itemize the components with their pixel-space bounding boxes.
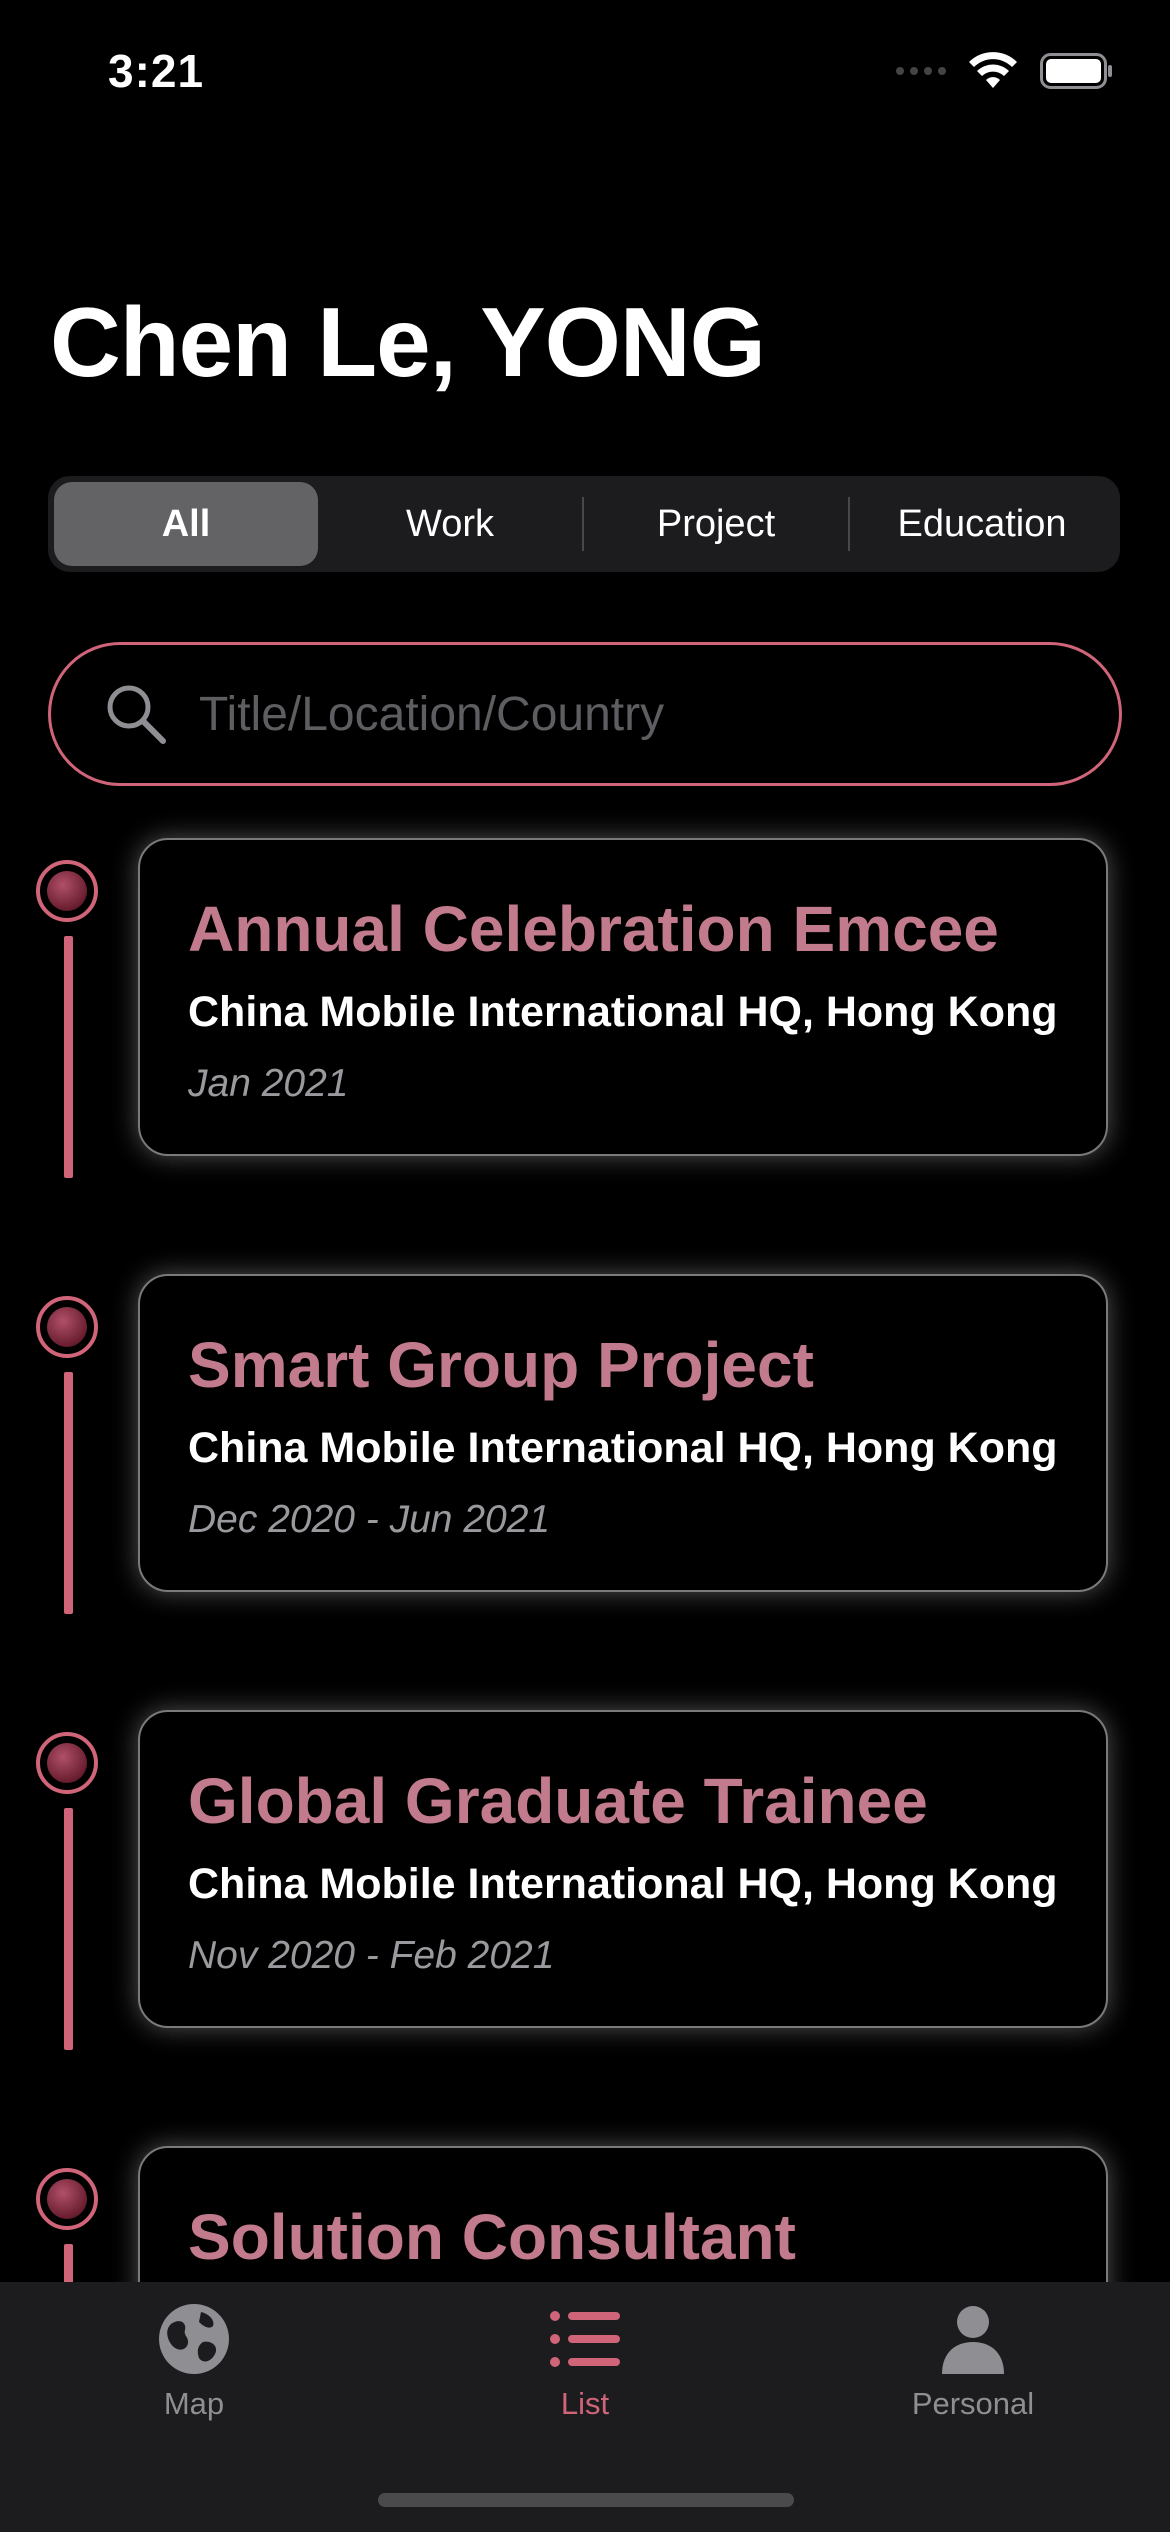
timeline-list[interactable]: Annual Celebration Emcee China Mobile In… (0, 0, 1170, 2282)
timeline-entry: Global Graduate Trainee China Mobile Int… (0, 1710, 1170, 2062)
timeline-dot (36, 1732, 98, 1794)
card-title: Annual Celebration Emcee (188, 893, 999, 965)
card-location: China Mobile International HQ, Hong Kong (188, 1424, 1058, 1472)
card-title: Solution Consultant (188, 2201, 796, 2273)
timeline-entry: Smart Group Project China Mobile Interna… (0, 1274, 1170, 1626)
card-date: Dec 2020 - Jun 2021 (188, 1498, 551, 1541)
timeline-entry: Annual Celebration Emcee China Mobile In… (0, 838, 1170, 1190)
timeline-line (64, 2244, 73, 2282)
card-date: Nov 2020 - Feb 2021 (188, 1934, 555, 1977)
card-title: Global Graduate Trainee (188, 1765, 928, 1837)
tab-personal[interactable]: Personal (853, 2302, 1093, 2472)
tab-map[interactable]: Map (74, 2302, 314, 2472)
card-location: China Mobile International HQ, Hong Kong (188, 1860, 1058, 1908)
experience-card[interactable]: Smart Group Project China Mobile Interna… (138, 1274, 1108, 1592)
timeline-entry: Solution Consultant (0, 2146, 1170, 2282)
tab-label: Personal (911, 2386, 1035, 2421)
experience-card[interactable]: Annual Celebration Emcee China Mobile In… (138, 838, 1108, 1156)
timeline-dot (36, 1296, 98, 1358)
timeline-line (64, 936, 73, 1178)
timeline-dot (36, 2168, 98, 2230)
tab-list[interactable]: List (465, 2302, 705, 2472)
list-icon (550, 2311, 620, 2367)
tab-label: Map (163, 2386, 225, 2421)
timeline-line (64, 1372, 73, 1614)
experience-card[interactable]: Solution Consultant (138, 2146, 1108, 2282)
globe-icon (159, 2304, 229, 2374)
home-indicator (378, 2493, 794, 2507)
person-icon (942, 2306, 1004, 2374)
tab-label: List (560, 2386, 610, 2421)
card-location: China Mobile International HQ, Hong Kong (188, 988, 1058, 1036)
timeline-line (64, 1808, 73, 2050)
card-title: Smart Group Project (188, 1329, 814, 1401)
experience-card[interactable]: Global Graduate Trainee China Mobile Int… (138, 1710, 1108, 2028)
card-date: Jan 2021 (188, 1062, 349, 1105)
timeline-dot (36, 860, 98, 922)
